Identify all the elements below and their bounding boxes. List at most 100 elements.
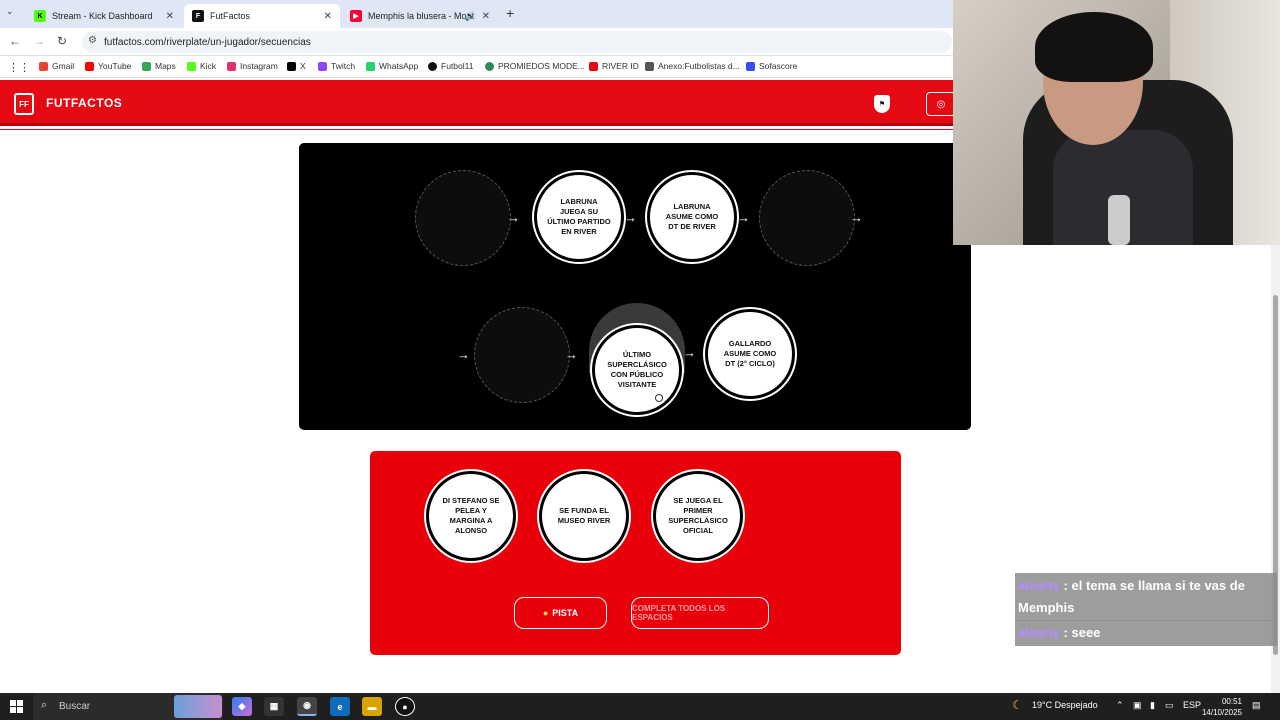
maps-icon	[142, 61, 151, 71]
arrow-right-icon: →	[850, 210, 863, 225]
river-icon	[589, 61, 598, 71]
sequence-card[interactable]: LABRUNA ASUME COMO DT DE RIVER	[647, 172, 737, 262]
tab-kick-dashboard[interactable]: K Stream - Kick Dashboard ✕	[26, 4, 182, 28]
reload-icon[interactable]: ↻	[57, 34, 67, 48]
bookmark-whatsapp[interactable]: WhatsApp	[366, 61, 418, 71]
forward-icon[interactable]: →	[33, 34, 45, 48]
bookmark-youtube[interactable]: YouTube	[85, 61, 131, 71]
card-text: DI STEFANO SE PELEA Y MARGINA A ALONSO	[442, 495, 500, 536]
bookmark-river-id[interactable]: RIVER ID	[589, 61, 639, 71]
close-tab-icon[interactable]: ✕	[482, 11, 490, 22]
site-header: FF FUTFACTOS ⚑ ◎	[0, 80, 956, 126]
chat-message: alearty : seee	[1015, 620, 1277, 646]
tab-label: Stream - Kick Dashboard	[52, 11, 153, 21]
futfactos-icon: F	[192, 10, 204, 22]
clock[interactable]: 00:51 14/10/2025	[1200, 696, 1242, 718]
arrow-right-icon: →	[457, 347, 470, 362]
windows-start-icon[interactable]	[10, 700, 23, 713]
sequence-card[interactable]: LABRUNA JUEGA SU ÚLTIMO PARTIDO EN RIVER	[534, 172, 624, 262]
bookmark-futbol11[interactable]: Futbol11	[428, 61, 473, 71]
youtube-icon	[85, 61, 94, 71]
bookmark-gmail[interactable]: Gmail	[39, 61, 74, 71]
sequence-card[interactable]: GALLARDO ASUME COMO DT (2° CICLO)	[705, 309, 795, 399]
chat-username: alearty	[1018, 625, 1060, 640]
empty-slot[interactable]	[759, 170, 855, 266]
notifications-icon[interactable]: ▤	[1252, 700, 1261, 711]
language-indicator[interactable]: ESP	[1183, 700, 1201, 710]
chat-message: alearty : el tema se llama si te vas de …	[1015, 573, 1277, 621]
network-icon[interactable]: ▭	[1165, 700, 1174, 711]
lightbulb-icon: ●	[542, 608, 549, 618]
site-logo-text[interactable]: FUTFACTOS	[46, 96, 122, 110]
complete-button[interactable]: COMPLETA TODOS LOS ESPACIOS	[631, 597, 769, 629]
pool-card[interactable]: SE FUNDA EL MUSEO RIVER	[539, 471, 629, 561]
url-text: futfactos.com/riverplate/un-jugador/secu…	[104, 36, 311, 48]
wikipedia-icon	[645, 61, 654, 71]
tab-futfactos[interactable]: F FutFactos ✕	[184, 4, 340, 28]
chat-username: alearty	[1018, 578, 1060, 593]
card-pool: DI STEFANO SE PELEA Y MARGINA A ALONSO S…	[370, 451, 901, 655]
pool-card[interactable]: DI STEFANO SE PELEA Y MARGINA A ALONSO	[426, 471, 516, 561]
pool-card[interactable]: SE JUEGA EL PRIMER SUPERCLÁSICO OFICIAL	[653, 471, 743, 561]
close-tab-icon[interactable]: ✕	[324, 11, 332, 22]
microphone-icon[interactable]: ▮	[1150, 700, 1155, 711]
copilot-icon[interactable]: ◆	[232, 697, 252, 716]
tab-youtube-memphis[interactable]: ▶ Memphis la blusera - Mont 🔊 ✕	[342, 4, 498, 28]
futfactos-logo-icon[interactable]: FF	[14, 93, 34, 115]
speaker-icon[interactable]: 🔊	[465, 11, 476, 22]
webcam-overlay	[953, 0, 1280, 245]
bookmark-maps[interactable]: Maps	[142, 61, 176, 71]
edge-icon[interactable]: e	[330, 697, 350, 716]
bookmark-promiedos[interactable]: PROMIEDOS MODE...	[485, 61, 585, 71]
promiedos-icon	[485, 61, 494, 71]
empty-slot[interactable]	[415, 170, 511, 266]
bookmark-twitch[interactable]: Twitch	[318, 61, 355, 71]
search-highlight-icon[interactable]	[174, 695, 222, 718]
moon-weather-icon: ☾	[1012, 698, 1023, 712]
arrow-right-icon: →	[737, 210, 750, 225]
card-text: LABRUNA JUEGA SU ÚLTIMO PARTIDO EN RIVER	[547, 196, 611, 237]
profile-button[interactable]: ◎	[926, 92, 956, 116]
instagram-icon	[227, 61, 236, 71]
apps-icon[interactable]: ⋮⋮	[8, 61, 30, 74]
arrow-right-icon: →	[624, 210, 637, 225]
obs-icon[interactable]: ●	[395, 697, 415, 716]
hint-button[interactable]: ● PISTA	[514, 597, 607, 629]
tray-chevron-icon[interactable]: ⌃	[1116, 700, 1124, 711]
weather-text[interactable]: 19°C Despejado	[1032, 700, 1098, 710]
store-icon[interactable]: ▦	[264, 697, 284, 716]
bookmark-instagram[interactable]: Instagram	[227, 61, 278, 71]
close-tab-icon[interactable]: ✕	[166, 11, 174, 22]
bookmark-anexo[interactable]: Anexo:Futbolistas d...	[645, 61, 740, 71]
arrow-right-icon: →	[507, 210, 520, 225]
sequence-card[interactable]: ÚLTIMO SUPERCLÁSICO CON PÚBLICO VISITANT…	[592, 325, 682, 415]
kick-icon: K	[34, 10, 46, 22]
url-field[interactable]: ⚙ futfactos.com/riverplate/un-jugador/se…	[82, 31, 952, 53]
chat-text: : seee	[1063, 625, 1101, 640]
chrome-icon[interactable]: ◉	[297, 697, 317, 716]
bookmark-kick[interactable]: Kick	[187, 61, 216, 71]
twitch-icon	[318, 61, 327, 71]
x-icon	[287, 61, 296, 71]
search-icon: ⌕	[41, 699, 48, 711]
tab-search-chevron-icon[interactable]: ⌄	[6, 6, 14, 17]
card-text: ÚLTIMO SUPERCLÁSICO CON PÚBLICO VISITANT…	[607, 349, 667, 390]
sofascore-icon	[746, 61, 755, 71]
futbol11-icon	[428, 61, 437, 71]
tab-label: Memphis la blusera - Mont	[368, 11, 475, 21]
new-tab-icon[interactable]: +	[506, 5, 514, 21]
site-info-icon[interactable]: ⚙	[88, 35, 97, 46]
back-icon[interactable]: ←	[9, 34, 21, 48]
bookmark-sofascore[interactable]: Sofascore	[746, 61, 797, 71]
empty-slot[interactable]	[474, 307, 570, 403]
arrow-right-icon: →	[565, 347, 578, 362]
card-text: SE FUNDA EL MUSEO RIVER	[557, 505, 611, 525]
tab-label: FutFactos	[210, 11, 251, 21]
header-divider	[0, 129, 953, 130]
file-explorer-icon[interactable]: ▬	[362, 697, 382, 716]
tray-app-icon[interactable]: ▣	[1133, 700, 1142, 711]
microphone	[1108, 195, 1130, 245]
river-shield-icon[interactable]: ⚑	[874, 95, 890, 113]
card-text: GALLARDO ASUME COMO DT (2° CICLO)	[723, 338, 777, 369]
bookmark-x[interactable]: X	[287, 61, 306, 71]
